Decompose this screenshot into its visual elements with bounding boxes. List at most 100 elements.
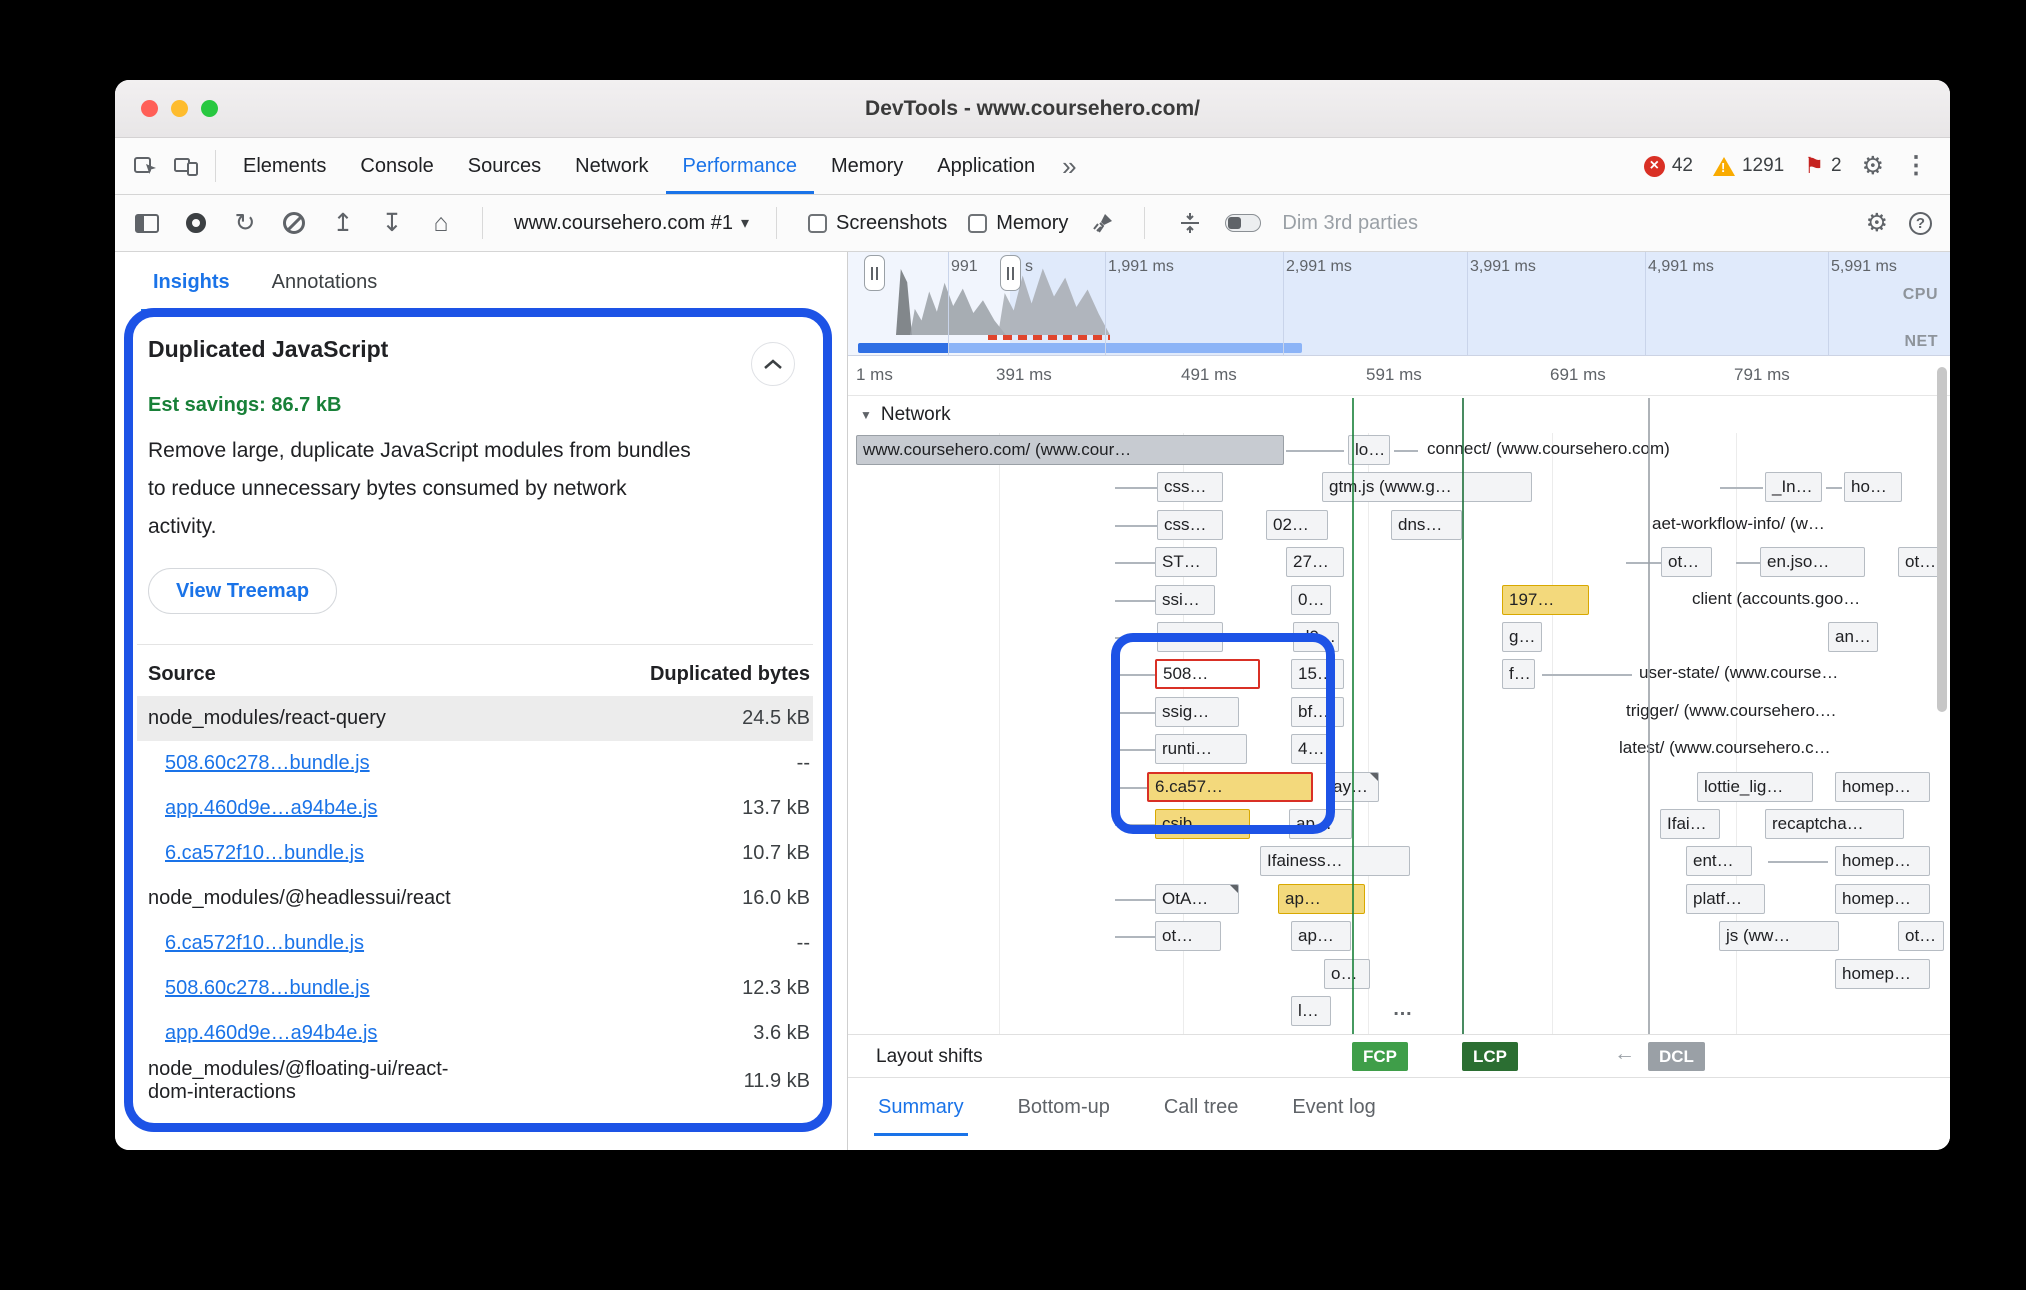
network-request-bar[interactable]: ot… (1898, 921, 1944, 951)
tab-performance[interactable]: Performance (666, 138, 815, 194)
tab-sources[interactable]: Sources (451, 138, 558, 194)
sidebar-tab-insights[interactable]: Insights (141, 252, 242, 312)
network-request-bar[interactable]: an… (1828, 622, 1878, 652)
issues-status[interactable]: 2 (1804, 155, 1841, 177)
network-request-bar[interactable]: Ifai… (1660, 809, 1720, 839)
network-track-header[interactable]: Network (848, 396, 1950, 433)
network-request-bar[interactable]: homep… (1835, 846, 1930, 876)
network-request-bar[interactable]: ST… (1155, 547, 1217, 577)
overview-window-handle[interactable] (864, 255, 885, 291)
bottom-tab-call-tree[interactable]: Call tree (1160, 1078, 1242, 1136)
network-request-bar[interactable]: latest/ (www.coursehero.c… (1615, 734, 1934, 764)
network-request-bar[interactable]: gtm.js (www.g… (1322, 472, 1532, 502)
inspect-element-icon[interactable] (129, 149, 163, 183)
network-request-bar[interactable]: js (ww… (1719, 921, 1839, 951)
network-request-bar[interactable]: css… (1157, 510, 1223, 540)
clear-recording-icon[interactable] (283, 212, 305, 234)
collapse-flame-icon[interactable] (1176, 209, 1204, 237)
network-request-bar[interactable]: dns… (1391, 510, 1462, 540)
settings-gear-icon[interactable] (1862, 154, 1884, 179)
kebab-menu-icon[interactable] (1904, 154, 1928, 178)
network-request-bar[interactable]: l… (1291, 996, 1331, 1026)
gc-brush-icon[interactable] (1089, 209, 1117, 237)
network-request-bar[interactable]: … (1376, 996, 1432, 1026)
source-file-link[interactable]: 6.ca572f10…bundle.js (165, 842, 510, 865)
network-request-bar[interactable]: 15… (1291, 659, 1344, 689)
network-request-bar[interactable]: ot… (1155, 921, 1221, 951)
source-file-link[interactable]: 508.60c278…bundle.js (165, 752, 510, 775)
network-request-bar[interactable]: o… (1324, 959, 1370, 989)
network-request-bar[interactable]: ent… (1686, 846, 1752, 876)
network-request-bar[interactable]: ap… (1289, 809, 1352, 839)
network-request-bar[interactable]: ay… (1326, 772, 1379, 802)
network-request-bar[interactable]: co… (1157, 622, 1223, 652)
sidebar-tab-annotations[interactable]: Annotations (260, 252, 390, 312)
source-file-link[interactable]: 508.60c278…bundle.js (165, 977, 510, 1000)
home-icon[interactable] (427, 209, 455, 237)
insight-table-row[interactable]: 508.60c278…bundle.js-- (137, 741, 813, 786)
timeline-overview[interactable]: CPU NET 991s1,991 ms2,991 ms3,991 ms4,99… (848, 252, 1950, 356)
network-request-bar[interactable]: d9… (1293, 622, 1339, 652)
network-request-bar[interactable]: ssig… (1155, 697, 1239, 727)
network-request-bar[interactable]: aet-workflow-info/ (w… (1648, 510, 1926, 540)
memory-checkbox[interactable] (968, 214, 987, 233)
network-request-bar[interactable]: OtA… (1155, 884, 1239, 914)
network-request-bar[interactable]: bf… (1291, 697, 1344, 727)
help-icon[interactable] (1909, 212, 1932, 235)
network-request-bar[interactable]: 0… (1291, 585, 1331, 615)
insight-table-row[interactable]: 6.ca572f10…bundle.js-- (137, 921, 813, 966)
network-request-bar[interactable]: lo… (1348, 435, 1390, 465)
recording-select[interactable]: www.coursehero.com #1 (514, 212, 749, 235)
collapse-insight-button[interactable] (751, 342, 795, 386)
tab-network[interactable]: Network (558, 138, 665, 194)
view-treemap-button[interactable]: View Treemap (148, 568, 337, 614)
bottom-tab-summary[interactable]: Summary (874, 1078, 968, 1136)
vertical-scrollbar-thumb[interactable] (1937, 367, 1947, 712)
bottom-tab-event-log[interactable]: Event log (1288, 1078, 1379, 1136)
network-request-bar[interactable]: ap… (1291, 921, 1351, 951)
network-request-bar[interactable]: g… (1502, 622, 1542, 652)
network-request-bar[interactable]: recaptcha… (1765, 809, 1904, 839)
bottom-tab-bottom-up[interactable]: Bottom-up (1014, 1078, 1114, 1136)
network-request-bar[interactable]: Ifainess… (1260, 846, 1410, 876)
network-request-bar[interactable]: csib… (1155, 809, 1250, 839)
insight-table-row[interactable]: app.460d9e…a94b4e.js3.6 kB (137, 1011, 813, 1056)
network-request-bar[interactable]: platf… (1686, 884, 1765, 914)
tab-console[interactable]: Console (343, 138, 450, 194)
network-request-bar[interactable]: connect/ (www.coursehero.com) (1423, 435, 1808, 465)
network-request-bar[interactable]: homep… (1835, 772, 1930, 802)
network-request-bar[interactable]: trigger/ (www.coursehero.… (1622, 697, 1934, 727)
insight-table-row[interactable]: 508.60c278…bundle.js12.3 kB (137, 966, 813, 1011)
fullscreen-window-button[interactable] (201, 100, 218, 117)
tab-application[interactable]: Application (920, 138, 1052, 194)
network-request-bar[interactable]: 02… (1266, 510, 1328, 540)
insight-table-row[interactable]: node_modules/@floating-ui/react-dom-inte… (137, 1056, 813, 1106)
download-profile-icon[interactable] (378, 209, 406, 237)
network-request-bar[interactable]: css… (1157, 472, 1223, 502)
tab-elements[interactable]: Elements (226, 138, 343, 194)
console-errors-status[interactable]: 42 (1644, 155, 1693, 177)
network-request-bar[interactable]: homep… (1835, 884, 1930, 914)
toggle-sidebar-icon[interactable] (135, 214, 159, 233)
reload-and-record-icon[interactable] (231, 209, 259, 237)
network-request-bar[interactable]: ho… (1844, 472, 1902, 502)
insight-table-row[interactable]: app.460d9e…a94b4e.js13.7 kB (137, 786, 813, 831)
network-request-bar[interactable]: www.coursehero.com/ (www.cour… (856, 435, 1284, 465)
more-tabs-icon[interactable]: » (1052, 151, 1086, 182)
insight-table-row[interactable]: node_modules/react-query24.5 kB (137, 696, 813, 741)
record-button[interactable] (186, 213, 206, 233)
network-request-bar[interactable]: _In… (1765, 472, 1822, 502)
capture-settings-gear-icon[interactable] (1866, 211, 1888, 236)
network-request-bar[interactable]: ot… (1661, 547, 1712, 577)
network-request-bar[interactable]: en.jso… (1760, 547, 1865, 577)
network-request-bar[interactable]: 197… (1502, 585, 1589, 615)
overview-window-handle[interactable] (1000, 255, 1021, 291)
close-window-button[interactable] (141, 100, 158, 117)
network-request-bar[interactable]: 4… (1291, 734, 1328, 764)
network-flamechart[interactable]: www.coursehero.com/ (www.cour… lo… connect… (848, 433, 1950, 1034)
upload-profile-icon[interactable] (329, 209, 357, 237)
console-warnings-status[interactable]: 1291 (1713, 155, 1784, 177)
network-request-bar[interactable]: runti… (1155, 734, 1247, 764)
source-file-link[interactable]: app.460d9e…a94b4e.js (165, 1022, 510, 1045)
source-file-link[interactable]: 6.ca572f10…bundle.js (165, 932, 510, 955)
